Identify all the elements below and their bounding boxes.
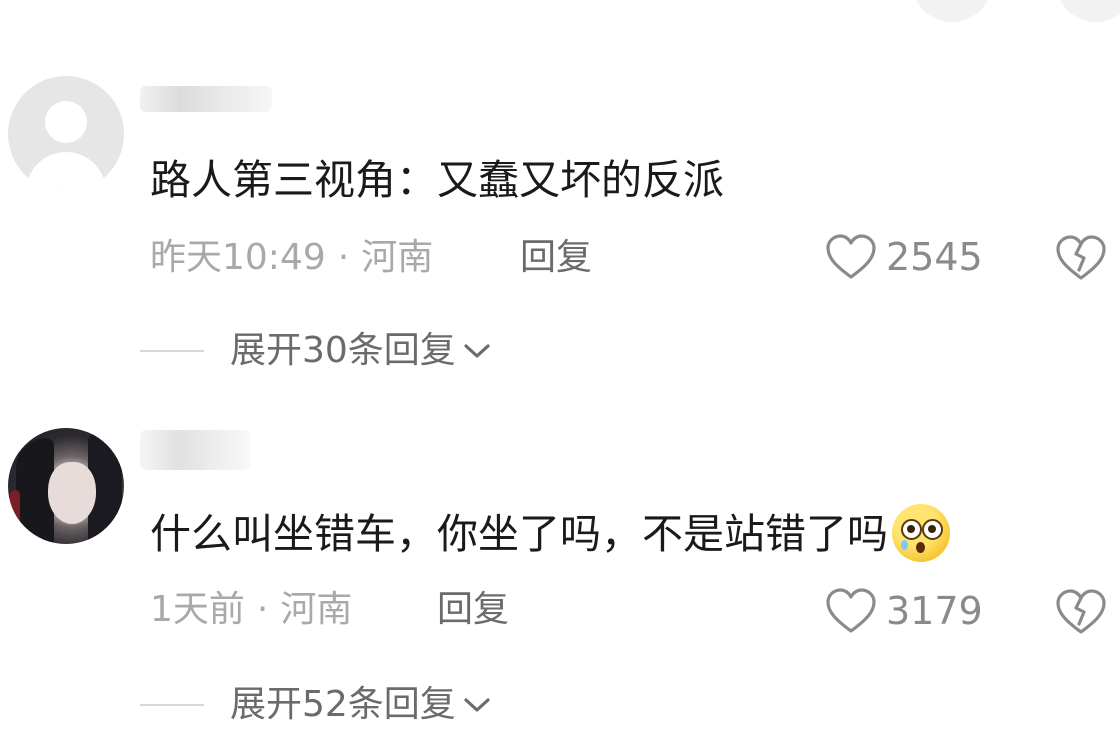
expand-replies-label: 展开52条回复 bbox=[230, 684, 456, 725]
default-avatar-head-icon bbox=[45, 101, 87, 143]
default-avatar-body-icon bbox=[26, 152, 106, 192]
avatar-photo-part bbox=[48, 462, 96, 524]
comment-meta: 昨天10:49 · 河南 bbox=[150, 236, 433, 280]
reply-button[interactable]: 回复 bbox=[437, 588, 509, 632]
comment-location: 河南 bbox=[361, 237, 434, 278]
like-count: 3179 bbox=[886, 589, 983, 633]
comment-text: 什么叫坐错车，你坐了吗，不是站错了吗 bbox=[150, 504, 950, 566]
comment-list: 路人第三视角：又蠢又坏的反派 昨天10:49 · 河南 回复 2545 展开30条回… bbox=[0, 0, 1120, 747]
expand-replies[interactable]: 展开52条回复 bbox=[140, 680, 492, 730]
comment-location: 河南 bbox=[280, 589, 353, 630]
divider-line bbox=[140, 704, 204, 706]
heart-outline-icon bbox=[826, 234, 876, 279]
expand-replies-label: 展开30条回复 bbox=[230, 330, 456, 371]
comment-time: 昨天10:49 bbox=[150, 237, 326, 278]
chevron-down-icon bbox=[464, 698, 490, 712]
reply-button[interactable]: 回复 bbox=[520, 236, 592, 280]
dislike-button[interactable] bbox=[1054, 230, 1108, 284]
username-blurred[interactable] bbox=[140, 86, 272, 112]
meta-separator: · bbox=[337, 237, 350, 278]
like-button[interactable]: 3179 bbox=[824, 584, 983, 638]
top-action-button[interactable] bbox=[912, 0, 992, 22]
comment-meta: 1天前 · 河南 bbox=[150, 588, 352, 632]
chevron-down-icon bbox=[464, 344, 490, 358]
top-action-button-secondary[interactable] bbox=[1056, 0, 1120, 22]
scared-emoji-icon bbox=[892, 504, 950, 562]
avatar-photo-part bbox=[10, 490, 20, 530]
avatar[interactable] bbox=[8, 428, 124, 544]
meta-separator: · bbox=[256, 589, 269, 630]
broken-heart-icon bbox=[1056, 235, 1106, 280]
expand-replies[interactable]: 展开30条回复 bbox=[140, 326, 492, 376]
comment-time: 1天前 bbox=[150, 589, 245, 630]
like-count: 2545 bbox=[886, 235, 983, 279]
divider-line bbox=[140, 350, 204, 352]
dislike-button[interactable] bbox=[1054, 584, 1108, 638]
broken-heart-icon bbox=[1056, 589, 1106, 634]
avatar[interactable] bbox=[8, 76, 124, 192]
like-button[interactable]: 2545 bbox=[824, 230, 983, 284]
comment-text: 路人第三视角：又蠢又坏的反派 bbox=[150, 156, 724, 204]
username-blurred[interactable] bbox=[140, 430, 250, 470]
heart-outline-icon bbox=[826, 588, 876, 633]
comment-text-body: 什么叫坐错车，你坐了吗，不是站错了吗 bbox=[150, 510, 888, 558]
